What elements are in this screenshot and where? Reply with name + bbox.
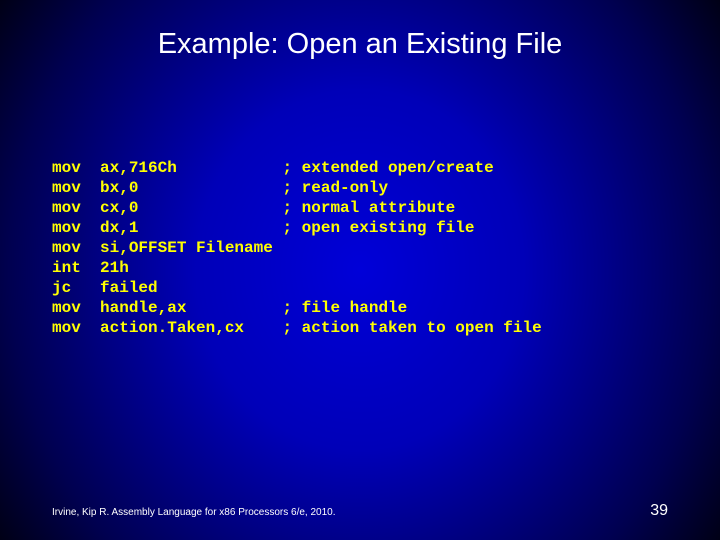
code-block: mov ax,716Ch ; extended open/create mov …	[52, 158, 542, 338]
slide: Example: Open an Existing File mov ax,71…	[0, 0, 720, 540]
slide-title: Example: Open an Existing File	[0, 28, 720, 61]
page-number: 39	[650, 502, 668, 520]
footer-citation: Irvine, Kip R. Assembly Language for x86…	[52, 507, 336, 518]
